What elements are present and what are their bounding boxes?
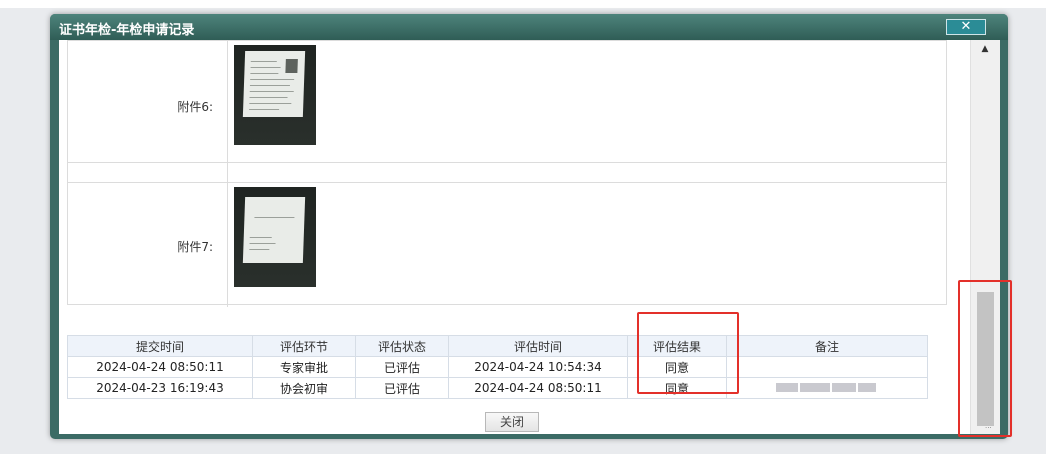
dialog-titlebar[interactable]: 证书年检-年检申请记录 ✕	[50, 14, 1008, 40]
scrollbar-highlight	[958, 280, 1012, 437]
eval-status-cell: 已评估	[355, 377, 449, 399]
redacted-text	[776, 381, 878, 395]
eval-time-cell: 2024-04-24 10:54:34	[448, 356, 628, 378]
attachment-row: 附件6:	[68, 40, 946, 163]
close-button[interactable]: 关闭	[485, 412, 539, 432]
attachments-table: 附件6: 附件7:	[67, 40, 947, 307]
table-row: 2024-04-23 16:19:43 协会初审 已评估 2024-04-24 …	[67, 377, 928, 399]
column-header: 评估状态	[355, 335, 449, 357]
eval-status-cell: 已评估	[355, 356, 449, 378]
dialog-content: 附件6: 附件7: 提交时间 评估环节 评估状态 评估时间 评估结果 备注 20…	[59, 40, 1000, 434]
attachment-label: 附件7:	[177, 240, 213, 254]
application-record-dialog: 证书年检-年检申请记录 ✕ 附件6: 附件7: 提交时间 评估环节 评估状态 评…	[50, 14, 1008, 439]
submit-time-cell: 2024-04-23 16:19:43	[67, 377, 253, 399]
scroll-up-icon[interactable]: ▲	[971, 44, 999, 54]
submit-time-cell: 2024-04-24 08:50:11	[67, 356, 253, 378]
remark-cell	[726, 356, 928, 378]
close-icon[interactable]: ✕	[946, 19, 986, 35]
table-row: 2024-04-24 08:50:11 专家审批 已评估 2024-04-24 …	[67, 356, 928, 378]
table-header-row: 提交时间 评估环节 评估状态 评估时间 评估结果 备注	[67, 335, 928, 357]
eval-stage-cell: 专家审批	[252, 356, 356, 378]
attachment-label: 附件6:	[177, 100, 213, 114]
column-header: 备注	[726, 335, 928, 357]
remark-cell-redacted	[726, 377, 928, 399]
eval-stage-cell: 协会初审	[252, 377, 356, 399]
result-column-highlight	[637, 312, 739, 394]
evaluation-log-table: 提交时间 评估环节 评估状态 评估时间 评估结果 备注 2024-04-24 0…	[67, 335, 928, 399]
attachment-thumbnail[interactable]	[234, 45, 316, 145]
dialog-title: 证书年检-年检申请记录	[59, 23, 195, 38]
column-header: 提交时间	[67, 335, 253, 357]
eval-time-cell: 2024-04-24 08:50:11	[448, 377, 628, 399]
column-header: 评估环节	[252, 335, 356, 357]
attachment-row: 附件7:	[68, 182, 946, 307]
column-header: 评估时间	[448, 335, 628, 357]
spacer-row	[68, 162, 946, 183]
attachment-thumbnail[interactable]	[234, 187, 316, 287]
